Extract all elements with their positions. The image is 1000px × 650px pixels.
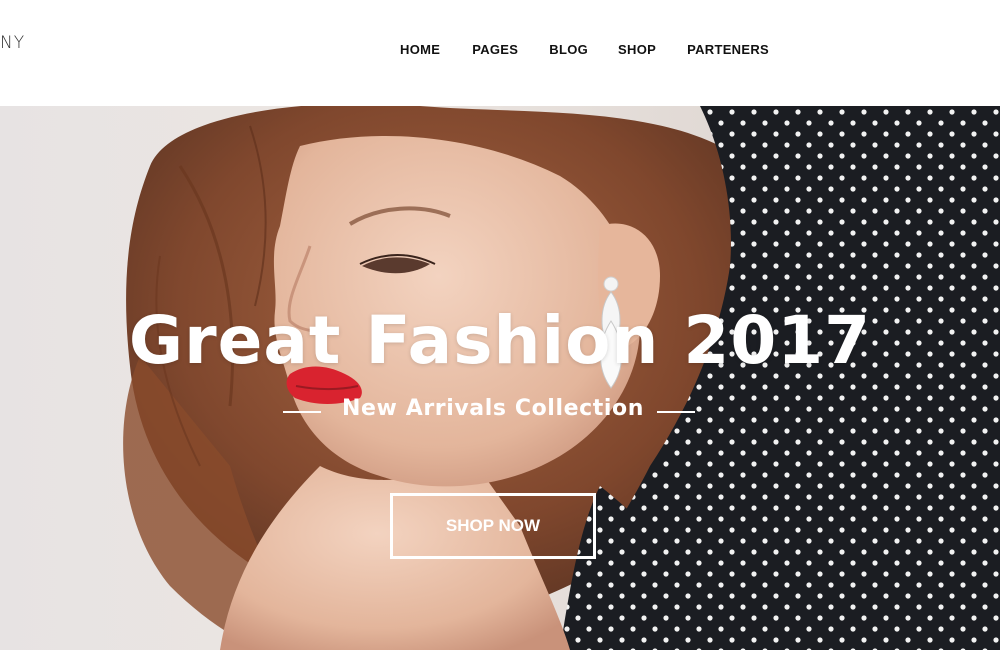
hero-subtitle: New Arrivals Collection bbox=[341, 396, 644, 421]
subtitle-right-rule bbox=[657, 411, 695, 413]
nav-home-link[interactable]: HOME bbox=[400, 42, 440, 57]
site-header: NY HOME PAGES BLOG SHOP PARTENERS bbox=[0, 0, 1000, 106]
nav-shop-link[interactable]: SHOP bbox=[618, 42, 656, 57]
nav-pages-link[interactable]: PAGES bbox=[472, 42, 518, 57]
shop-now-button[interactable]: SHOP NOW bbox=[390, 493, 596, 559]
main-nav: HOME PAGES BLOG SHOP PARTENERS bbox=[400, 42, 769, 57]
nav-partners-link[interactable]: PARTENERS bbox=[687, 42, 769, 57]
nav-blog-link[interactable]: BLOG bbox=[549, 42, 588, 57]
hero-banner: Great Fashion 2017 New Arrivals Collecti… bbox=[0, 106, 1000, 650]
hero-title: Great Fashion 2017 bbox=[128, 302, 872, 379]
site-logo[interactable]: NY bbox=[0, 33, 25, 53]
hero-subtitle-row: New Arrivals Collection bbox=[0, 396, 1000, 426]
